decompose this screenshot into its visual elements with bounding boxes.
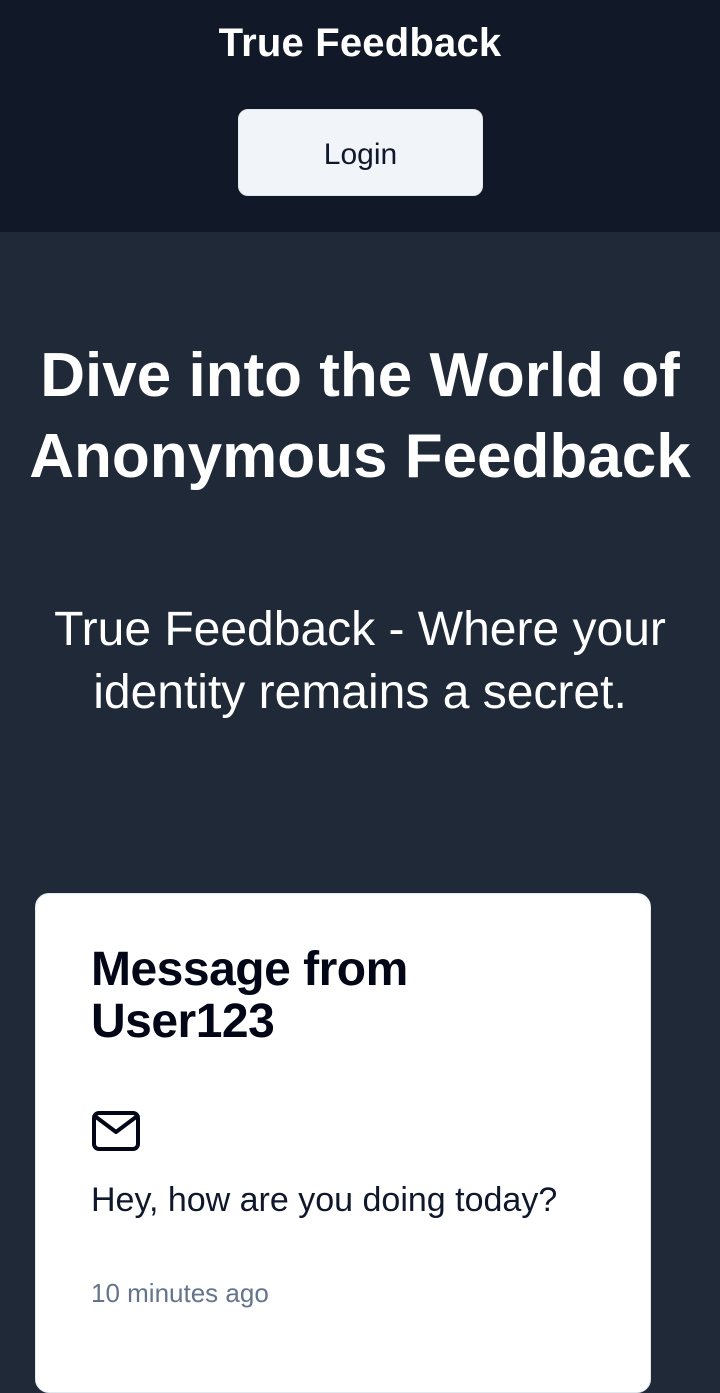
- message-card[interactable]: Message from User123 Hey, how are you do…: [35, 893, 651, 1393]
- hero-title: Dive into the World of Anonymous Feedbac…: [29, 341, 691, 491]
- navbar: True Feedback Login: [0, 0, 720, 232]
- login-button[interactable]: Login: [238, 109, 483, 196]
- mail-icon: [92, 1111, 140, 1151]
- hero-subtitle: True Feedback - Where your identity rema…: [54, 603, 666, 719]
- message-card-title: Message from User123: [91, 943, 408, 1048]
- message-timestamp: 10 minutes ago: [91, 1278, 269, 1308]
- brand-title[interactable]: True Feedback: [0, 18, 720, 68]
- message-content: Hey, how are you doing today?: [91, 1181, 558, 1219]
